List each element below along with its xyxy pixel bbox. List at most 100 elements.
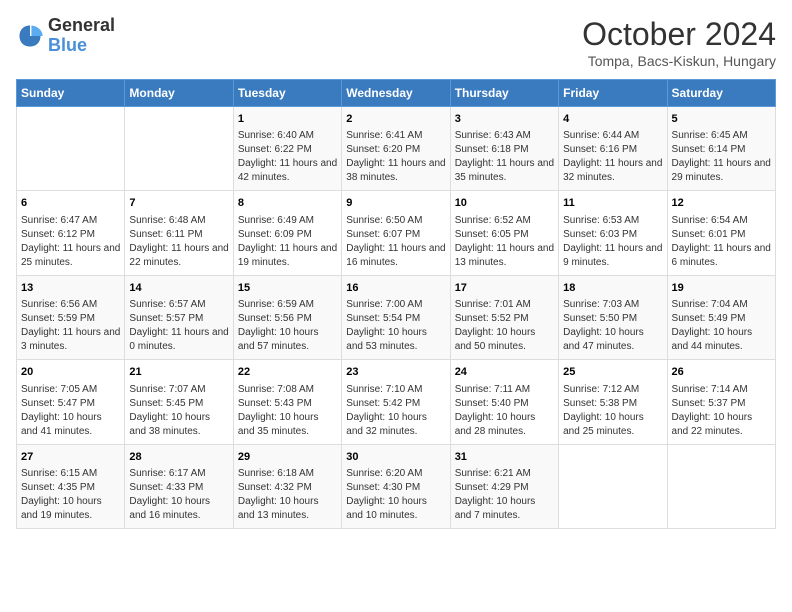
calendar-cell: 25Sunrise: 7:12 AMSunset: 5:38 PMDayligh…	[559, 360, 667, 444]
cell-content: Sunrise: 7:14 AMSunset: 5:37 PMDaylight:…	[672, 383, 771, 439]
calendar-cell: 21Sunrise: 7:07 AMSunset: 5:45 PMDayligh…	[125, 360, 233, 444]
calendar-week-row: 6 Sunrise: 6:47 AMSunset: 6:12 PMDaylight…	[17, 191, 776, 275]
cell-content: Sunrise: 6:21 AMSunset: 4:29 PMDaylight:…	[455, 467, 554, 523]
cell-content: Sunrise: 7:11 AMSunset: 5:40 PMDaylight:…	[455, 383, 554, 439]
logo-icon	[16, 22, 44, 50]
calendar-cell: 11 Sunrise: 6:53 AMSunset: 6:03 PMDayligh…	[559, 191, 667, 275]
cell-content: Sunrise: 6:45 AMSunset: 6:14 PMDaylight:…	[672, 129, 771, 185]
cell-content: Sunrise: 6:54 AMSunset: 6:01 PMDaylight:…	[672, 214, 771, 270]
calendar-week-row: 20 Sunrise: 7:05 AMSunset: 5:47 PMDayligh…	[17, 360, 776, 444]
cell-content: Sunrise: 7:12 AMSunset: 5:38 PMDaylight:…	[563, 383, 662, 439]
page-header: General Blue October 2024 Tompa, Bacs-Ki…	[16, 16, 776, 69]
calendar-cell: 8 Sunrise: 6:49 AMSunset: 6:09 PMDaylight…	[233, 191, 341, 275]
calendar-cell: 17 Sunrise: 7:01 AMSunset: 5:52 PMDayligh…	[450, 275, 558, 359]
cell-content: Sunrise: 6:59 AMSunset: 5:56 PMDaylight:…	[238, 298, 337, 354]
day-number: 2	[346, 112, 445, 127]
day-number: 3	[455, 112, 554, 127]
col-thursday: Thursday	[450, 80, 558, 107]
day-number: 17	[455, 281, 554, 296]
logo-blue: Blue	[48, 36, 115, 56]
day-number: 27	[21, 450, 120, 465]
day-number: 20	[21, 365, 120, 380]
calendar-header-row: Sunday Monday Tuesday Wednesday Thursday…	[17, 80, 776, 107]
cell-content: Sunrise: 6:40 AMSunset: 6:22 PMDaylight:…	[238, 129, 337, 185]
calendar-cell: 23Sunrise: 7:10 AMSunset: 5:42 PMDayligh…	[342, 360, 450, 444]
calendar-cell	[17, 107, 125, 191]
calendar-cell: 30Sunrise: 6:20 AMSunset: 4:30 PMDayligh…	[342, 444, 450, 528]
cell-content: Sunrise: 6:48 AMSunset: 6:11 PMDaylight:…	[129, 214, 228, 270]
day-number: 12	[672, 196, 771, 211]
day-number: 14	[129, 281, 228, 296]
calendar-cell: 2 Sunrise: 6:41 AMSunset: 6:20 PMDaylight…	[342, 107, 450, 191]
col-tuesday: Tuesday	[233, 80, 341, 107]
calendar-location: Tompa, Bacs-Kiskun, Hungary	[582, 53, 776, 69]
calendar-cell: 18 Sunrise: 7:03 AMSunset: 5:50 PMDayligh…	[559, 275, 667, 359]
day-number: 11	[563, 196, 662, 211]
calendar-cell: 10Sunrise: 6:52 AMSunset: 6:05 PMDayligh…	[450, 191, 558, 275]
calendar-cell: 9Sunrise: 6:50 AMSunset: 6:07 PMDaylight…	[342, 191, 450, 275]
col-monday: Monday	[125, 80, 233, 107]
day-number: 29	[238, 450, 337, 465]
day-number: 30	[346, 450, 445, 465]
day-number: 6	[21, 196, 120, 211]
cell-content: Sunrise: 7:03 AMSunset: 5:50 PMDaylight:…	[563, 298, 662, 354]
title-block: October 2024 Tompa, Bacs-Kiskun, Hungary	[582, 16, 776, 69]
calendar-cell: 27 Sunrise: 6:15 AMSunset: 4:35 PMDayligh…	[17, 444, 125, 528]
day-number: 13	[21, 281, 120, 296]
cell-content: Sunrise: 7:04 AMSunset: 5:49 PMDaylight:…	[672, 298, 771, 354]
cell-content: Sunrise: 7:05 AMSunset: 5:47 PMDaylight:…	[21, 383, 120, 439]
cell-content: Sunrise: 6:47 AMSunset: 6:12 PMDaylight:…	[21, 214, 120, 270]
cell-content: Sunrise: 6:17 AMSunset: 4:33 PMDaylight:…	[129, 467, 228, 523]
logo-general: General	[48, 16, 115, 36]
calendar-cell	[667, 444, 775, 528]
day-number: 24	[455, 365, 554, 380]
cell-content: Sunrise: 7:00 AMSunset: 5:54 PMDaylight:…	[346, 298, 445, 354]
calendar-cell: 7 Sunrise: 6:48 AMSunset: 6:11 PMDaylight…	[125, 191, 233, 275]
calendar-week-row: 13Sunrise: 6:56 AMSunset: 5:59 PMDayligh…	[17, 275, 776, 359]
calendar-cell: 12 Sunrise: 6:54 AMSunset: 6:01 PMDayligh…	[667, 191, 775, 275]
calendar-cell: 5Sunrise: 6:45 AMSunset: 6:14 PMDaylight…	[667, 107, 775, 191]
day-number: 22	[238, 365, 337, 380]
col-sunday: Sunday	[17, 80, 125, 107]
day-number: 18	[563, 281, 662, 296]
cell-content: Sunrise: 6:41 AMSunset: 6:20 PMDaylight:…	[346, 129, 445, 185]
cell-content: Sunrise: 6:43 AMSunset: 6:18 PMDaylight:…	[455, 129, 554, 185]
calendar-cell: 29 Sunrise: 6:18 AMSunset: 4:32 PMDayligh…	[233, 444, 341, 528]
calendar-cell: 15 Sunrise: 6:59 AMSunset: 5:56 PMDayligh…	[233, 275, 341, 359]
calendar-title: October 2024	[582, 16, 776, 53]
cell-content: Sunrise: 7:01 AMSunset: 5:52 PMDaylight:…	[455, 298, 554, 354]
calendar-cell: 3 Sunrise: 6:43 AMSunset: 6:18 PMDaylight…	[450, 107, 558, 191]
col-saturday: Saturday	[667, 80, 775, 107]
calendar-cell: 28 Sunrise: 6:17 AMSunset: 4:33 PMDayligh…	[125, 444, 233, 528]
day-number: 4	[563, 112, 662, 127]
cell-content: Sunrise: 7:08 AMSunset: 5:43 PMDaylight:…	[238, 383, 337, 439]
logo-text: General Blue	[48, 16, 115, 56]
day-number: 28	[129, 450, 228, 465]
calendar-cell: 26Sunrise: 7:14 AMSunset: 5:37 PMDayligh…	[667, 360, 775, 444]
day-number: 15	[238, 281, 337, 296]
cell-content: Sunrise: 6:57 AMSunset: 5:57 PMDaylight:…	[129, 298, 228, 354]
cell-content: Sunrise: 6:18 AMSunset: 4:32 PMDaylight:…	[238, 467, 337, 523]
calendar-cell: 24 Sunrise: 7:11 AMSunset: 5:40 PMDayligh…	[450, 360, 558, 444]
cell-content: Sunrise: 6:15 AMSunset: 4:35 PMDaylight:…	[21, 467, 120, 523]
day-number: 19	[672, 281, 771, 296]
cell-content: Sunrise: 7:10 AMSunset: 5:42 PMDaylight:…	[346, 383, 445, 439]
calendar-cell: 19 Sunrise: 7:04 AMSunset: 5:49 PMDayligh…	[667, 275, 775, 359]
calendar-table: Sunday Monday Tuesday Wednesday Thursday…	[16, 79, 776, 529]
cell-content: Sunrise: 6:49 AMSunset: 6:09 PMDaylight:…	[238, 214, 337, 270]
day-number: 8	[238, 196, 337, 211]
day-number: 7	[129, 196, 228, 211]
calendar-cell: 22 Sunrise: 7:08 AMSunset: 5:43 PMDayligh…	[233, 360, 341, 444]
calendar-cell: 20 Sunrise: 7:05 AMSunset: 5:47 PMDayligh…	[17, 360, 125, 444]
calendar-cell: 4Sunrise: 6:44 AMSunset: 6:16 PMDaylight…	[559, 107, 667, 191]
calendar-week-row: 1 Sunrise: 6:40 AMSunset: 6:22 PMDaylight…	[17, 107, 776, 191]
col-wednesday: Wednesday	[342, 80, 450, 107]
cell-content: Sunrise: 6:50 AMSunset: 6:07 PMDaylight:…	[346, 214, 445, 270]
day-number: 1	[238, 112, 337, 127]
calendar-cell	[125, 107, 233, 191]
calendar-cell: 16Sunrise: 7:00 AMSunset: 5:54 PMDayligh…	[342, 275, 450, 359]
calendar-cell: 6 Sunrise: 6:47 AMSunset: 6:12 PMDaylight…	[17, 191, 125, 275]
calendar-cell: 1 Sunrise: 6:40 AMSunset: 6:22 PMDaylight…	[233, 107, 341, 191]
cell-content: Sunrise: 7:07 AMSunset: 5:45 PMDaylight:…	[129, 383, 228, 439]
cell-content: Sunrise: 6:53 AMSunset: 6:03 PMDaylight:…	[563, 214, 662, 270]
